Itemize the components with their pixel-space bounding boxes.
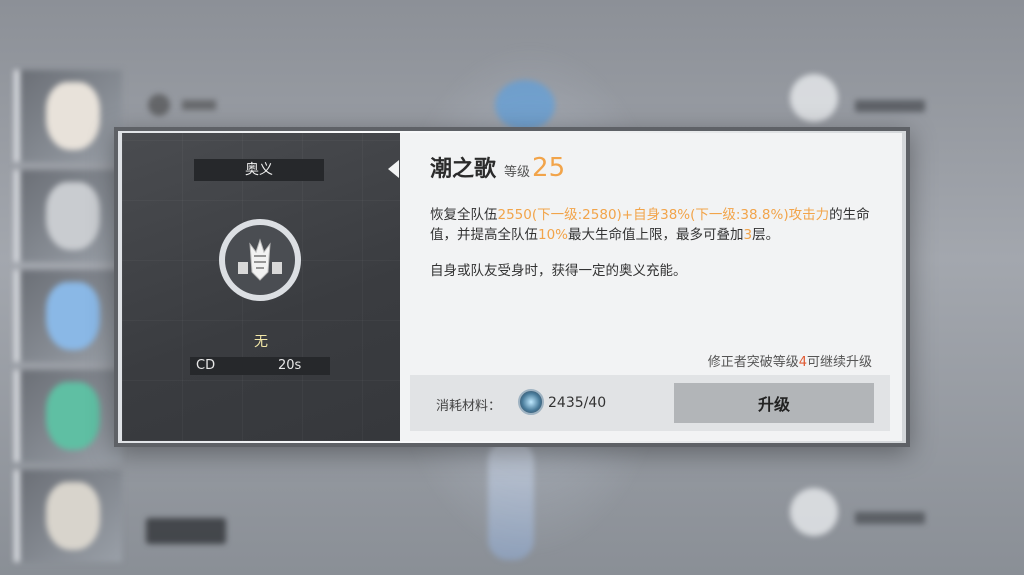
background-character: [488, 440, 534, 560]
desc-text: 最大生命值上限，最多可叠加: [568, 227, 744, 243]
team-portrait: [14, 470, 122, 562]
cost-value: 2435/40: [548, 395, 607, 411]
desc-highlight: 3: [743, 227, 753, 243]
upgrade-note-text: 可继续升级: [806, 355, 872, 370]
background-team-label: [182, 100, 216, 110]
desc-highlight: 2550(下一级:2580)+自身38%(下一级:38.8%)攻击力: [497, 207, 830, 223]
team-portrait-column: [14, 70, 122, 562]
desc-text: 层。: [752, 227, 780, 243]
skill-name: 潮之歌: [430, 157, 497, 182]
panel-pointer: [388, 160, 399, 178]
background-team-icon: [148, 94, 170, 116]
level-label: 等级: [504, 165, 531, 180]
cost-bar: 消耗材料： 2435/40 升级: [410, 375, 890, 431]
skill-type-label: 无: [254, 334, 268, 350]
cost-label: 消耗材料：: [436, 399, 502, 414]
background-arrow-label: [855, 512, 925, 524]
skill-emblem-icon: [219, 219, 301, 301]
upgrade-note-level: 4: [798, 355, 807, 370]
skill-description-secondary: 自身或队友受身时，获得一定的奥义充能。: [430, 263, 687, 279]
material-crystal-icon: [518, 389, 544, 415]
upgrade-requirement-note: 修正者突破等级4可继续升级: [708, 351, 872, 370]
level-value: 25: [532, 153, 566, 183]
skill-description: 恢复全队伍2550(下一级:2580)+自身38%(下一级:38.8%)攻击力的…: [430, 205, 880, 245]
team-portrait: [14, 270, 122, 362]
skill-emblem-graphic: [238, 238, 282, 281]
skill-category-label: 奥义: [194, 159, 324, 181]
background-arrow-icon: [790, 488, 838, 536]
cooldown-bar: CD 20s: [190, 357, 330, 375]
background-character-hair: [495, 80, 555, 130]
skill-summary-panel: 奥义 无 CD 20s: [122, 133, 400, 441]
background-bottom-pill: [146, 518, 226, 544]
background-skill-icon: [790, 74, 838, 122]
team-portrait: [14, 170, 122, 262]
team-portrait: [14, 70, 122, 162]
upgrade-button[interactable]: 升级: [674, 383, 874, 423]
upgrade-note-text: 修正者突破等级: [707, 355, 799, 370]
background-skill-label: [855, 100, 925, 112]
cooldown-label: CD: [196, 358, 216, 373]
skill-detail-panel: 潮之歌 等级 25 恢复全队伍2550(下一级:2580)+自身38%(下一级:…: [400, 133, 902, 441]
cooldown-value: 20s: [278, 358, 302, 373]
desc-text: 恢复全队伍: [430, 207, 498, 223]
team-portrait: [14, 370, 122, 462]
desc-highlight: 10%: [538, 227, 569, 243]
skill-header: 潮之歌 等级 25: [430, 151, 565, 183]
